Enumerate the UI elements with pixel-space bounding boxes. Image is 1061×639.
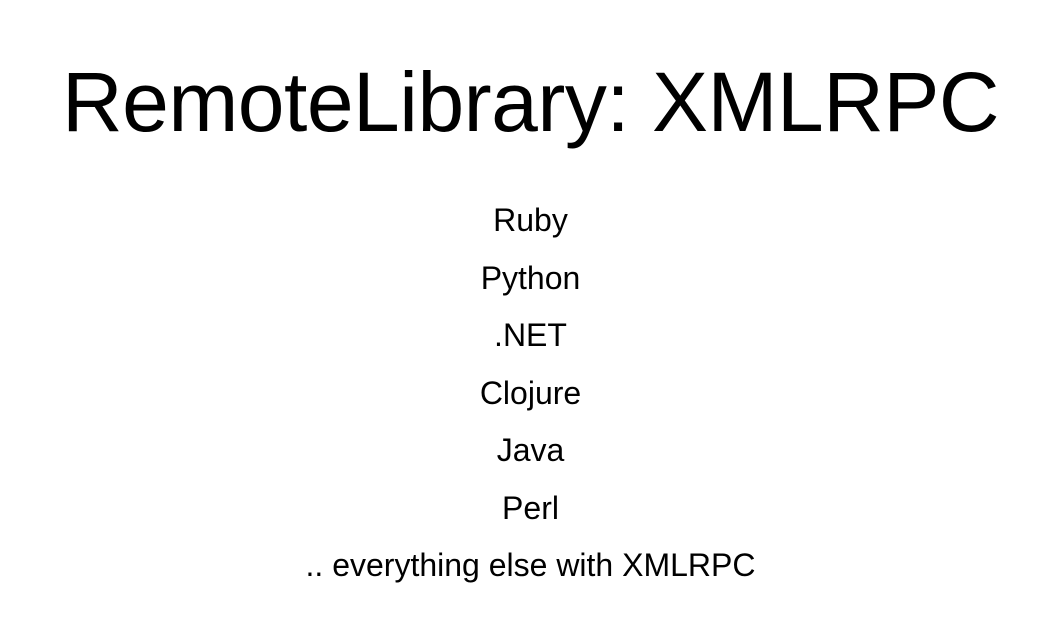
list-item: Clojure — [479, 374, 582, 411]
slide-title: RemoteLibrary: XMLRPC — [61, 55, 1000, 149]
list-item: Ruby — [493, 202, 568, 238]
language-list: Ruby Python .NET Clojure Java Perl .. ev… — [0, 198, 1061, 601]
list-item: .NET — [494, 317, 567, 353]
list-item: .. everything else with XMLRPC — [305, 547, 756, 583]
list-item: Java — [496, 432, 565, 468]
list-item: Perl — [502, 489, 559, 526]
list-item: Python — [480, 259, 581, 296]
slide: RemoteLibrary: XMLRPC Ruby Python .NET C… — [0, 0, 1061, 639]
